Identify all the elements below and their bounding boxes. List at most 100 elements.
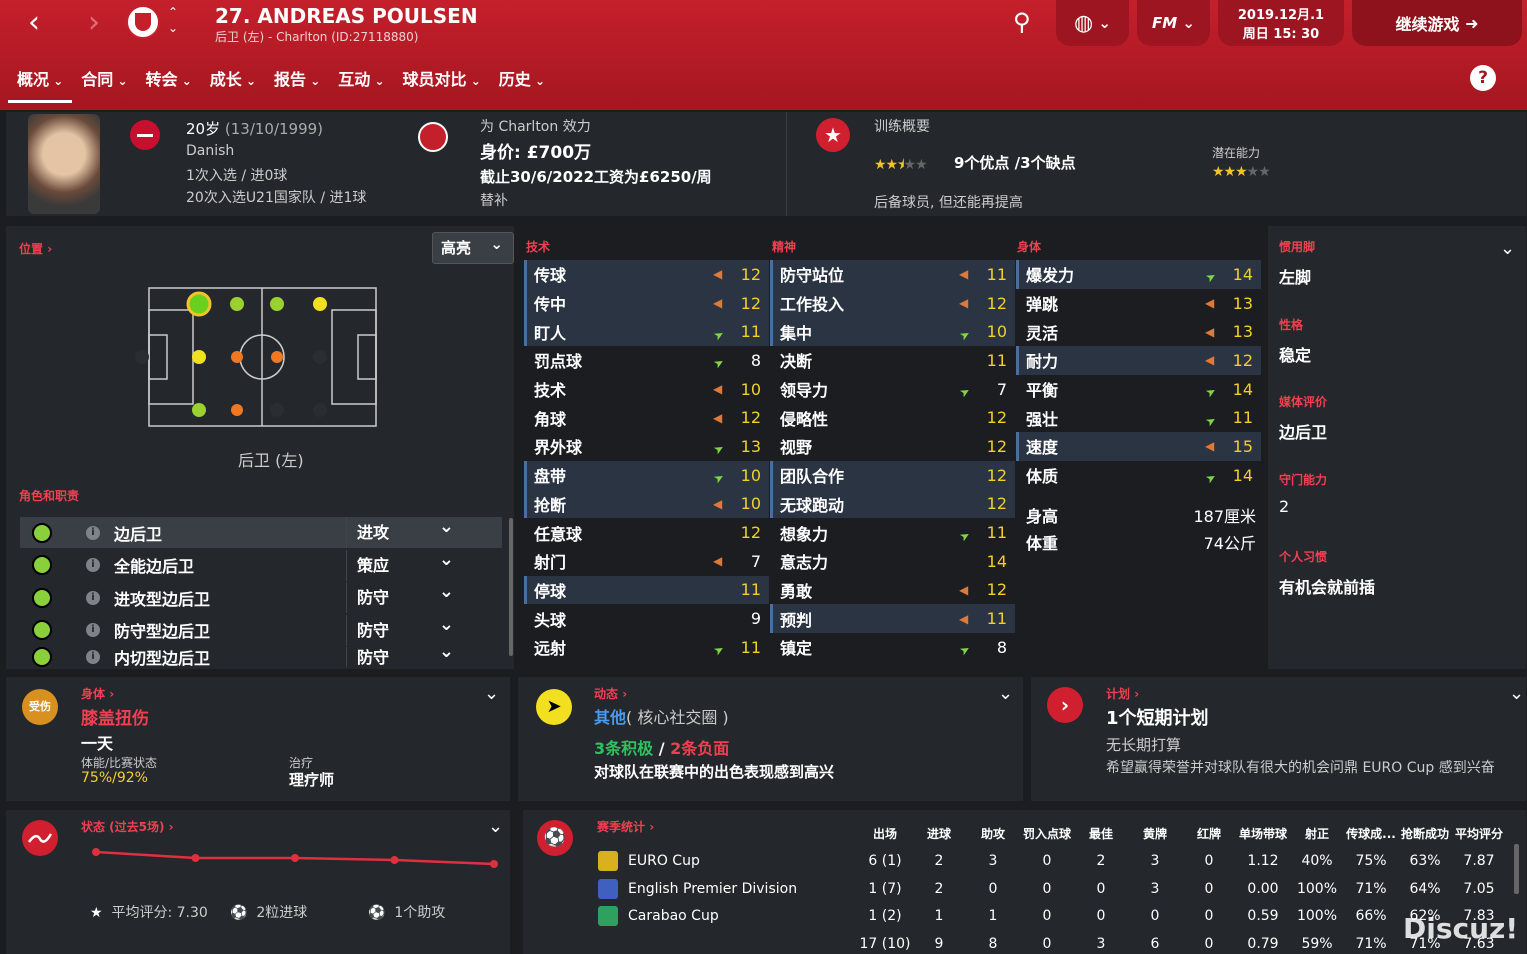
role-row[interactable]: i 边后卫 进攻 [20,517,502,548]
attribute-row[interactable]: 集中 ➤ 10 [770,317,1015,347]
tab-6[interactable]: 球员对比 ⌄ [394,64,490,103]
role-row[interactable]: i 全能边后卫 策应 [20,549,502,581]
stats-column-header[interactable]: 罚入点球 [1020,825,1074,842]
role-row[interactable]: i 防守型边后卫 防守 [20,614,502,646]
tab-1[interactable]: 合同 ⌄ [72,64,136,103]
role-row[interactable]: i 进攻型边后卫 防守 [20,582,502,613]
continue-button[interactable]: 继续游戏 ➜ [1352,0,1522,46]
stats-column-header[interactable]: 最佳 [1074,825,1128,842]
stats-column-header[interactable]: 传球成... [1344,825,1398,842]
stats-column-header[interactable]: 出场 [858,825,912,842]
stats-column-header[interactable]: 射正 [1290,825,1344,842]
position-label[interactable]: 位置 › [19,240,52,257]
stats-column-header[interactable]: 平均评分 [1452,825,1506,842]
stats-row[interactable]: EURO Cup 6 (1) 2 3 0 2 3 0 1.12 40% 75% 63% 7.87 [598,848,1520,876]
form-label[interactable]: 状态 (过去5场) › [81,818,174,835]
attribute-row[interactable]: 强壮 ➤ 11 [1016,403,1261,432]
stats-column-header[interactable]: 黄牌 [1128,825,1182,842]
attribute-row[interactable]: 领导力 ➤ 7 [770,375,1015,404]
stats-column-header[interactable]: 进球 [912,825,966,842]
chevron-down-icon[interactable]: ⌄ [484,683,499,704]
duty-dropdown[interactable]: 防守 [346,582,470,613]
attribute-row[interactable]: 体质 ➤ 14 [1016,461,1261,490]
attribute-row[interactable]: 预判 ◀ 11 [770,604,1015,633]
chevron-down-icon[interactable]: ⌄ [998,683,1013,704]
tab-2[interactable]: 转会 ⌄ [137,64,201,103]
info-icon[interactable]: i [86,590,100,605]
attribute-row[interactable]: 传中 ◀ 12 [524,288,769,318]
chevron-down-icon[interactable]: ⌄ [1500,238,1515,259]
globe-menu-button[interactable]: ◍ ⌄ [1056,0,1129,46]
fm-menu-button[interactable]: FM ⌄ [1137,0,1210,46]
attribute-row[interactable]: 工作投入 ◀ 12 [770,288,1015,318]
duty-dropdown[interactable]: 防守 [346,614,470,646]
stats-column-header[interactable]: 助攻 [966,825,1020,842]
tab-4[interactable]: 报告 ⌄ [265,64,329,103]
stats-row[interactable]: 17 (10) 9 8 0 3 6 0 0.79 59% 71% 71% 7.63 [598,930,1520,954]
attribute-row[interactable]: 抢断 ◀ 10 [524,489,769,519]
chevron-down-icon[interactable]: ⌄ [1509,683,1524,704]
attribute-row[interactable]: 意志力 14 [770,547,1015,576]
dynamics-label[interactable]: 动态 › [594,685,627,702]
scrollbar[interactable] [509,518,513,656]
player-switch-arrows[interactable]: ⌃ ⌄ [168,4,178,36]
attribute-row[interactable]: 爆发力 ➤ 14 [1016,260,1261,289]
stats-row[interactable]: Carabao Cup 1 (2) 1 1 0 0 0 0 0.59 100% 66% 62% 7.83 [598,903,1520,931]
duty-dropdown[interactable]: 进攻 [346,517,470,548]
attribute-row[interactable]: 耐力 ◀ 12 [1016,346,1261,375]
info-icon[interactable]: i [86,558,100,572]
duty-dropdown[interactable]: 策应 [346,549,470,581]
tab-7[interactable]: 历史 ⌄ [490,64,554,103]
attribute-row[interactable]: 头球 9 [524,604,769,633]
attribute-row[interactable]: 视野 12 [770,432,1015,461]
body-label[interactable]: 身体 › [81,685,114,702]
info-icon[interactable]: i [86,623,100,637]
attribute-row[interactable]: 射门 ◀ 7 [524,547,769,576]
form-point[interactable] [191,854,200,862]
attribute-row[interactable]: 弹跳 ◀ 13 [1016,289,1261,318]
help-icon[interactable]: ? [1470,65,1496,91]
info-icon[interactable]: i [86,525,100,540]
tab-0[interactable]: 概况 ⌄ [8,64,73,103]
search-icon[interactable]: ⚲ [1013,8,1031,36]
chevron-down-icon[interactable]: ⌄ [488,816,503,837]
attribute-row[interactable]: 无球跑动 12 [770,489,1015,519]
attribute-row[interactable]: 技术 ◀ 10 [524,375,769,404]
stats-column-header[interactable]: 抢断成功 [1398,825,1452,842]
attribute-row[interactable]: 任意球 12 [524,518,769,547]
stats-row[interactable]: English Premier Division 1 (7) 2 0 0 0 3 0 0.00 1… [598,875,1520,903]
attribute-row[interactable]: 罚点球 ➤ 8 [524,346,769,375]
attribute-row[interactable]: 盯人 ➤ 11 [524,317,769,347]
form-point[interactable] [92,848,100,856]
attribute-row[interactable]: 平衡 ➤ 14 [1016,375,1261,404]
attribute-row[interactable]: 盘带 ➤ 10 [524,460,769,490]
info-icon[interactable]: i [86,650,100,664]
stats-column-header[interactable]: 单场带球 [1236,825,1290,842]
back-button[interactable]: ‹ [14,6,54,42]
role-row[interactable]: i 内切型边后卫 防守 [20,647,502,667]
attribute-row[interactable]: 灵活 ◀ 13 [1016,317,1261,346]
attribute-row[interactable]: 镇定 ➤ 8 [770,633,1015,662]
attribute-row[interactable]: 防守站位 ◀ 11 [770,260,1015,289]
duty-dropdown[interactable]: 防守 [346,647,470,667]
attribute-row[interactable]: 角球 ◀ 12 [524,403,769,432]
attribute-row[interactable]: 远射 ➤ 11 [524,633,769,662]
attribute-row[interactable]: 停球 11 [524,575,769,605]
form-point[interactable] [291,854,299,862]
attribute-row[interactable]: 想象力 ➤ 11 [770,518,1015,547]
attribute-row[interactable]: 决断 11 [770,346,1015,375]
tab-5[interactable]: 互动 ⌄ [329,64,393,103]
forward-button[interactable]: › [74,6,114,42]
attribute-row[interactable]: 勇敢 ◀ 12 [770,576,1015,605]
highlight-dropdown[interactable]: 高亮 ⌄ [432,232,514,264]
stats-column-header[interactable]: 红牌 [1182,825,1236,842]
attribute-row[interactable]: 团队合作 12 [770,460,1015,490]
attribute-row[interactable]: 界外球 ➤ 13 [524,432,769,461]
attribute-row[interactable]: 传球 ◀ 12 [524,260,769,289]
tab-3[interactable]: 成长 ⌄ [201,64,265,103]
plan-label[interactable]: 计划 › [1106,685,1139,702]
attribute-row[interactable]: 速度 ◀ 15 [1016,432,1261,461]
form-point[interactable] [490,860,498,868]
form-point[interactable] [390,856,399,864]
attribute-row[interactable]: 侵略性 12 [770,403,1015,432]
